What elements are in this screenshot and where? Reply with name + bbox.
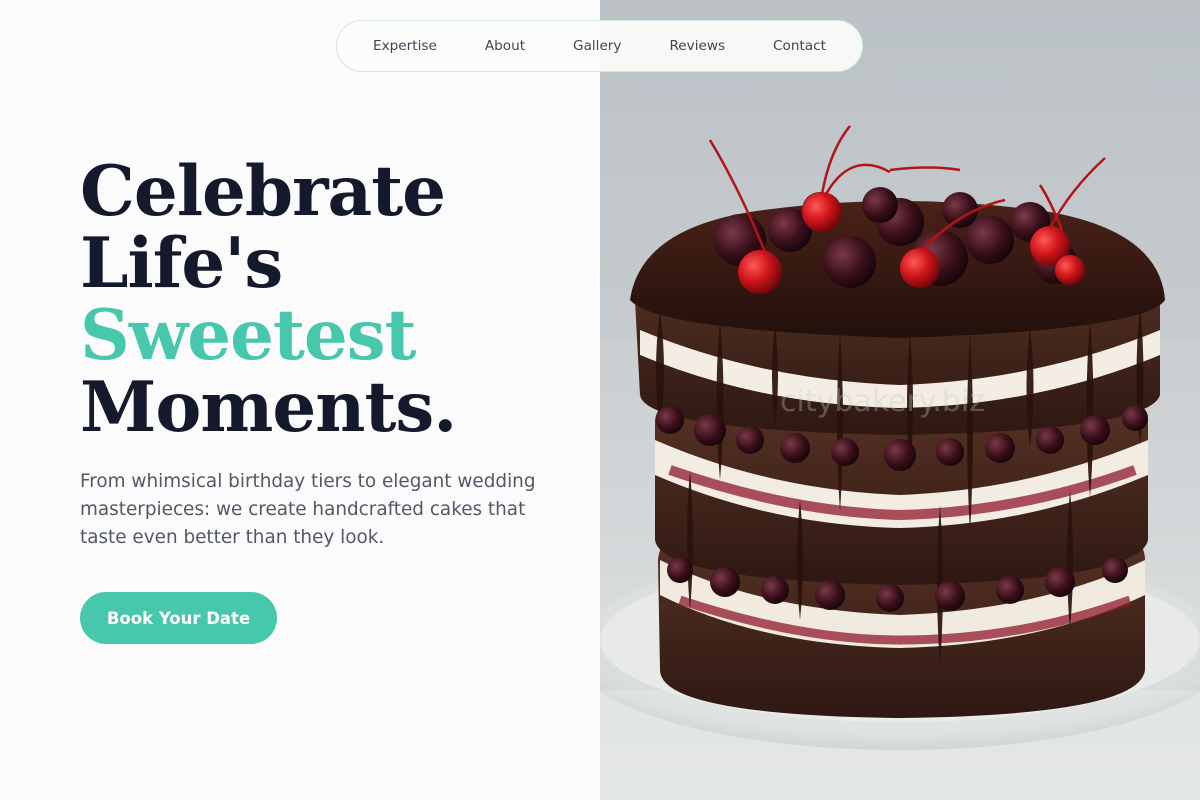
- headline-line-lifes: Life's: [80, 223, 283, 304]
- nav-link-reviews[interactable]: Reviews: [669, 38, 725, 54]
- nav-link-contact[interactable]: Contact: [773, 38, 826, 54]
- nav-link-gallery[interactable]: Gallery: [573, 38, 621, 54]
- book-your-date-button[interactable]: Book Your Date: [80, 592, 277, 644]
- headline-line-moments: Moments.: [80, 367, 457, 448]
- cake-photo: citybakery.biz: [600, 0, 1200, 800]
- nav-link-about[interactable]: About: [485, 38, 525, 54]
- headline-line-celebrate: Celebrate: [80, 151, 446, 232]
- headline-line-sweetest: Sweetest: [80, 295, 417, 376]
- nav-link-expertise[interactable]: Expertise: [373, 38, 437, 54]
- hero-section: Celebrate Life's Sweetest Moments. From …: [0, 0, 600, 800]
- top-navigation: Expertise About Gallery Reviews Contact: [336, 20, 863, 72]
- photo-watermark: citybakery.biz: [780, 384, 986, 419]
- hero-headline: Celebrate Life's Sweetest Moments.: [80, 151, 457, 448]
- landing-page: Celebrate Life's Sweetest Moments. From …: [0, 0, 1200, 800]
- hero-description: From whimsical birthday tiers to elegant…: [80, 471, 536, 548]
